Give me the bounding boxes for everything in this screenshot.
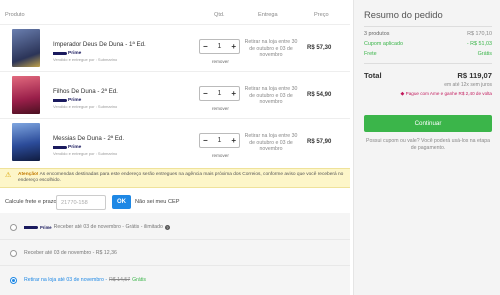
ame-icon: ◆ bbox=[400, 91, 405, 97]
prime-badge: Prime bbox=[53, 145, 81, 150]
prime-badge: Prime bbox=[53, 98, 81, 103]
divider bbox=[364, 63, 492, 64]
shipping-option-label: Receber até 03 de novembro - R$ 12,36 bbox=[24, 250, 117, 256]
summary-total-row: Total R$ 119,07 bbox=[364, 71, 492, 80]
qty-value[interactable]: 1 bbox=[218, 137, 222, 144]
book-cover-image[interactable] bbox=[12, 123, 40, 161]
cep-input[interactable]: 21770-158 bbox=[56, 195, 106, 210]
item-price: R$ 54,90 bbox=[307, 92, 332, 98]
book-cover-image[interactable] bbox=[12, 76, 40, 114]
seller-info: Vendido e entregue por : Submarino bbox=[53, 104, 118, 109]
radio-button[interactable] bbox=[10, 224, 17, 231]
cart-item: Filhos De Duna - 2ª Ed. Prime Vendido e … bbox=[0, 71, 350, 118]
seller-info: Vendido e entregue por : Submarino bbox=[53, 57, 118, 62]
product-title[interactable]: Filhos De Duna - 2ª Ed. bbox=[53, 88, 118, 95]
delivery-warning-banner: ⚠ Atenção! As encomendas destinadas para… bbox=[0, 168, 350, 188]
delivery-estimate: Retirar na loja entre 30 de outubro e 03… bbox=[244, 39, 298, 58]
freight-label: Calcule frete e prazo bbox=[5, 199, 57, 205]
freight-calculator: Calcule frete e prazo 21770-158 OK Não s… bbox=[0, 194, 350, 212]
free-label: Grátis bbox=[132, 277, 146, 283]
prime-ship-icon bbox=[53, 99, 67, 102]
warning-icon: ⚠ bbox=[5, 172, 12, 179]
shipping-option-pickup[interactable]: Retirar na loja até 03 de novembro - R$ … bbox=[0, 268, 350, 293]
coupon-hint: Possui cupom ou vale? Você poderá usá-lo… bbox=[365, 138, 490, 151]
header-price: Preço bbox=[314, 12, 329, 18]
order-summary: Resumo do pedido 3 produtos R$ 170,10 Cup… bbox=[353, 0, 500, 295]
remove-item-link[interactable]: remover bbox=[212, 106, 229, 111]
item-price: R$ 57,90 bbox=[307, 139, 332, 145]
remove-item-link[interactable]: remover bbox=[212, 153, 229, 158]
info-icon[interactable]: ? bbox=[164, 224, 170, 230]
header-qty: Qtd. bbox=[214, 12, 225, 18]
cart-item: Messias De Duna - 2ª Ed. Prime Vendido e… bbox=[0, 118, 350, 165]
installments-info: em até 12x sem juros bbox=[444, 82, 492, 88]
prime-ship-icon bbox=[24, 225, 38, 229]
prime-badge: Prime bbox=[53, 51, 81, 56]
prime-ship-icon bbox=[53, 146, 67, 149]
continue-button[interactable]: Continuar bbox=[364, 115, 492, 132]
header-delivery: Entrega bbox=[258, 12, 278, 18]
summary-freight-row: Frete Grátis bbox=[364, 51, 492, 57]
radio-button-selected[interactable] bbox=[10, 277, 17, 284]
old-price: R$ 14,57 bbox=[109, 277, 131, 283]
cep-ok-button[interactable]: OK bbox=[112, 195, 131, 209]
shipping-option-label: Retirar na loja até 03 de novembro - bbox=[24, 277, 108, 283]
qty-decrease-button[interactable]: − bbox=[203, 136, 208, 145]
quantity-stepper: − 1 + bbox=[199, 133, 240, 148]
qty-increase-button[interactable]: + bbox=[231, 42, 236, 51]
qty-increase-button[interactable]: + bbox=[231, 136, 236, 145]
delivery-estimate: Retirar na loja entre 30 de outubro e 03… bbox=[244, 133, 298, 152]
warning-text: As encomendas destinadas para este ender… bbox=[18, 172, 344, 183]
cart-table-header: Produto Qtd. Entrega Preço bbox=[0, 12, 350, 22]
item-price: R$ 57,30 bbox=[307, 45, 332, 51]
radio-button[interactable] bbox=[10, 250, 17, 257]
header-product: Produto bbox=[5, 12, 25, 18]
summary-title: Resumo do pedido bbox=[364, 9, 443, 20]
shipping-option-prime[interactable]: Prime Receber até 03 de novembro - Gráti… bbox=[0, 215, 350, 240]
divider bbox=[364, 26, 492, 27]
checkout-page: Produto Qtd. Entrega Preço Imperador Deu… bbox=[0, 0, 500, 295]
qty-decrease-button[interactable]: − bbox=[203, 42, 208, 51]
cart-item: Imperador Deus De Duna - 1ª Ed. Prime Ve… bbox=[0, 24, 350, 71]
quantity-stepper: − 1 + bbox=[199, 86, 240, 101]
warning-title: Atenção! bbox=[18, 172, 39, 177]
shipping-options: Prime Receber até 03 de novembro - Gráti… bbox=[0, 213, 350, 295]
prime-ship-icon bbox=[53, 52, 67, 55]
book-cover-image[interactable] bbox=[12, 29, 40, 67]
unknown-cep-link[interactable]: Não sei meu CEP bbox=[135, 199, 179, 205]
cart-section: Produto Qtd. Entrega Preço Imperador Deu… bbox=[0, 0, 350, 295]
delivery-estimate: Retirar na loja entre 30 de outubro e 03… bbox=[244, 86, 298, 105]
qty-value[interactable]: 1 bbox=[218, 43, 222, 50]
seller-info: Vendido e entregue por : Submarino bbox=[53, 151, 118, 156]
shipping-option-standard[interactable]: Receber até 03 de novembro - R$ 12,36 bbox=[0, 241, 350, 266]
prime-label: Prime bbox=[40, 224, 52, 230]
qty-decrease-button[interactable]: − bbox=[203, 89, 208, 98]
product-title[interactable]: Imperador Deus De Duna - 1ª Ed. bbox=[53, 41, 146, 48]
summary-coupon-row: Cupom aplicado - R$ 51,03 bbox=[364, 41, 492, 47]
shipping-option-label: Receber até 03 de novembro - Grátis - il… bbox=[53, 224, 163, 230]
qty-increase-button[interactable]: + bbox=[231, 89, 236, 98]
qty-value[interactable]: 1 bbox=[218, 90, 222, 97]
summary-products-row: 3 produtos R$ 170,10 bbox=[364, 31, 492, 37]
remove-item-link[interactable]: remover bbox=[212, 59, 229, 64]
product-title[interactable]: Messias De Duna - 2ª Ed. bbox=[53, 135, 124, 142]
quantity-stepper: − 1 + bbox=[199, 39, 240, 54]
ame-cashback: ◆ Pague com Ame e ganhe R$ 2,40 de volta bbox=[400, 91, 492, 97]
